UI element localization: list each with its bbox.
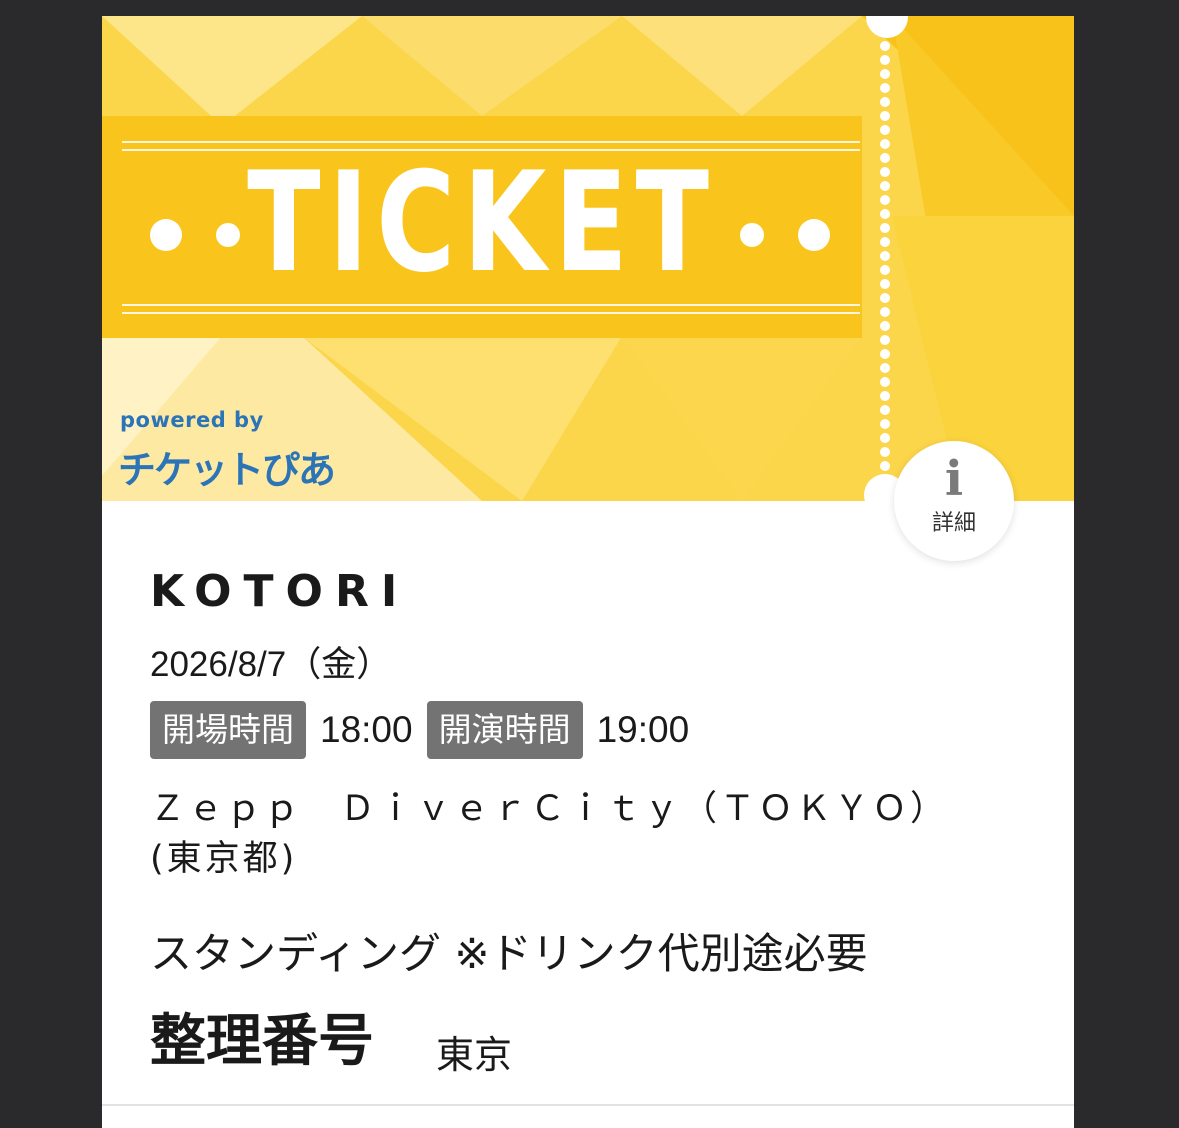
start-time-tag: 開演時間 <box>426 701 583 759</box>
divider <box>102 1104 1074 1106</box>
ticket-title-band: TICKET <box>102 116 862 338</box>
decor-dot <box>150 219 182 251</box>
open-time-tag: 開場時間 <box>150 701 306 759</box>
venue-name: Ｚｅｐｐ ＤｉｖｅｒＣｉｔｙ（ＴＯＫＹＯ） (東京都) <box>150 789 949 879</box>
seat-type: スタンディング ※ドリンク代別途必要 <box>150 929 868 978</box>
ticketpia-logo: チケットぴあ <box>118 448 336 492</box>
event-date: 2026/8/7（金） <box>150 645 392 684</box>
ticket-banner: TICKET powered by チケットぴあ <box>102 16 1074 501</box>
seiri-number-value: 東京 <box>436 1033 513 1077</box>
artist-name: KOTORI <box>150 566 410 617</box>
perforation-line <box>880 41 890 471</box>
details-label: 詳細 <box>931 511 976 536</box>
start-time: 19:00 <box>596 709 690 750</box>
seiri-number-label: 整理番号 <box>150 1009 374 1074</box>
details-button[interactable]: i 詳細 <box>894 441 1014 561</box>
powered-by-text: powered by <box>120 408 264 432</box>
band-rule <box>122 304 860 306</box>
band-rule <box>122 312 860 314</box>
info-icon: i <box>944 451 964 507</box>
ticket-card: TICKET powered by チケットぴあ i 詳細 KOTORI 202… <box>102 16 1074 1128</box>
event-times: 開場時間 18:00 開演時間 19:00 <box>150 700 703 760</box>
open-time: 18:00 <box>320 709 413 750</box>
decor-dot <box>798 219 830 251</box>
ticket-title: TICKET <box>247 142 717 303</box>
